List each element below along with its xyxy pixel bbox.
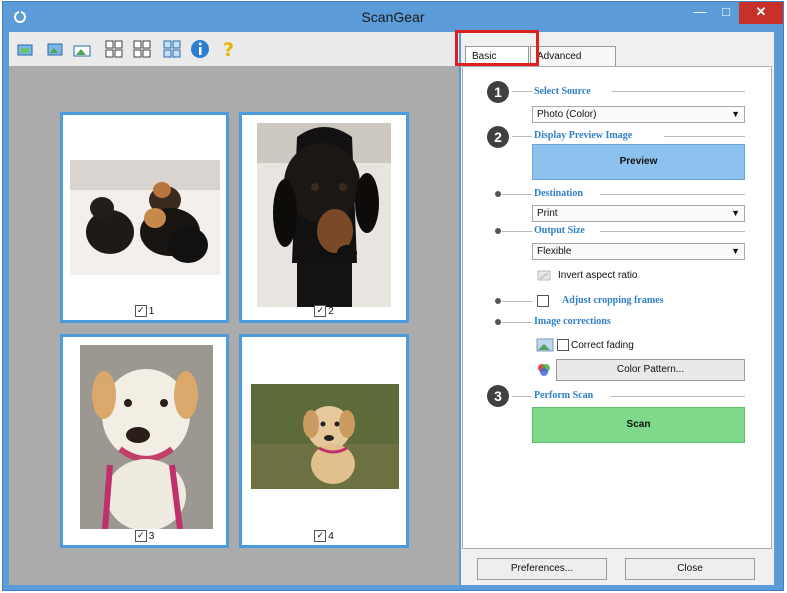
- thumbnail-checkbox[interactable]: ✓: [134, 530, 147, 542]
- divider: [512, 396, 532, 397]
- color-pattern-button[interactable]: Color Pattern...: [556, 359, 745, 381]
- bullet-icon: [495, 298, 501, 304]
- display-preview-label: Display Preview Image: [534, 130, 633, 141]
- toolbar: ?: [9, 32, 459, 66]
- thumbnail-frame[interactable]: ✓ 3: [60, 334, 229, 548]
- thumbnail-checkbox-row[interactable]: ✓ 2: [242, 305, 406, 317]
- dog-portrait-photo: [257, 123, 391, 307]
- divider: [612, 91, 745, 92]
- thumbnail-checkbox-row[interactable]: ✓ 3: [63, 530, 226, 542]
- invert-aspect-icon[interactable]: [536, 267, 552, 283]
- select-source-label: Select Source: [534, 86, 591, 97]
- highlight-box: [455, 30, 539, 66]
- preview-area[interactable]: ✓ 1 ✓ 2 ✓ 3 ✓ 4: [9, 66, 459, 585]
- preferences-button[interactable]: Preferences...: [477, 558, 607, 580]
- preview-button[interactable]: Preview: [532, 144, 745, 180]
- destination-dropdown[interactable]: Print ▼: [532, 205, 745, 222]
- select-all-frames-icon[interactable]: [101, 36, 127, 62]
- yellow-lab-photo: [80, 345, 213, 529]
- step-1-badge: 1: [487, 81, 509, 103]
- correct-fading-label: Correct fading: [571, 339, 634, 351]
- dogs-photo: [70, 160, 220, 275]
- title-bar[interactable]: ScanGear — □ ✕: [3, 2, 783, 32]
- close-button[interactable]: Close: [625, 558, 755, 580]
- info-icon[interactable]: [187, 36, 213, 62]
- adjust-cropping-label: Adjust cropping frames: [562, 295, 664, 306]
- thumbnail-number: 4: [328, 530, 334, 542]
- divider: [502, 301, 532, 302]
- thumbnail-checkbox-row[interactable]: ✓ 4: [242, 530, 406, 542]
- scan-button[interactable]: Scan: [532, 407, 745, 443]
- rotate-left-icon[interactable]: [13, 36, 39, 62]
- output-size-value: Flexible: [537, 246, 572, 257]
- output-size-dropdown[interactable]: Flexible ▼: [532, 243, 745, 260]
- correct-fading-row[interactable]: Correct fading: [536, 337, 634, 353]
- chevron-down-icon: ▼: [731, 208, 740, 218]
- divider: [664, 136, 745, 137]
- step-3-badge: 3: [487, 385, 509, 407]
- destination-label: Destination: [534, 188, 583, 199]
- chevron-down-icon: ▼: [731, 109, 740, 119]
- divider: [600, 194, 745, 195]
- output-size-label: Output Size: [534, 225, 585, 236]
- deselect-frames-icon[interactable]: [129, 36, 155, 62]
- correct-fading-checkbox[interactable]: [557, 339, 569, 351]
- thumbnail-frame[interactable]: ✓ 2: [239, 112, 409, 323]
- thumbnail-number: 1: [148, 305, 155, 317]
- perform-scan-label: Perform Scan: [534, 390, 594, 401]
- destination-value: Print: [537, 208, 558, 219]
- thumbnail-checkbox[interactable]: ✓: [134, 305, 147, 317]
- thumbnail-number: 2: [328, 305, 334, 317]
- auto-crop-icon[interactable]: [69, 36, 95, 62]
- bullet-icon: [495, 228, 501, 234]
- maximize-button[interactable]: □: [713, 2, 739, 24]
- select-source-value: Photo (Color): [537, 109, 597, 120]
- divider: [512, 136, 532, 137]
- rotate-right-icon[interactable]: [41, 36, 67, 62]
- thumbnail-frame[interactable]: ✓ 1: [60, 112, 229, 323]
- thumbnail-checkbox-row[interactable]: ✓ 1: [63, 305, 226, 317]
- fading-icon: [536, 338, 554, 352]
- tab-advanced-mode[interactable]: Advanced Mode: [530, 46, 616, 82]
- thumbnail-number: 3: [148, 530, 155, 542]
- dog-in-grass-photo: [251, 384, 399, 489]
- step-2-badge: 2: [487, 126, 509, 148]
- minimize-button[interactable]: —: [687, 2, 713, 24]
- adjust-cropping-checkbox[interactable]: [537, 295, 549, 307]
- invert-aspect-row[interactable]: Invert aspect ratio: [536, 267, 637, 283]
- divider: [600, 231, 745, 232]
- bullet-icon: [495, 191, 501, 197]
- help-icon[interactable]: ?: [215, 36, 241, 62]
- thumbnail-checkbox[interactable]: ✓: [314, 305, 327, 317]
- thumbnail-checkbox[interactable]: ✓: [314, 530, 327, 542]
- invert-aspect-label: Invert aspect ratio: [558, 269, 638, 281]
- divider: [502, 231, 532, 232]
- close-window-button[interactable]: ✕: [739, 2, 783, 24]
- divider: [502, 322, 532, 323]
- image-corrections-label: Image corrections: [534, 316, 611, 327]
- thumbnail-frame[interactable]: ✓ 4: [239, 334, 409, 548]
- thumbnail-view-icon[interactable]: [159, 36, 185, 62]
- color-pattern-icon: [538, 364, 550, 376]
- divider: [610, 396, 745, 397]
- svg-text:?: ?: [223, 39, 234, 60]
- divider: [502, 194, 532, 195]
- divider: [512, 91, 532, 92]
- bullet-icon: [495, 319, 501, 325]
- window-title: ScanGear: [361, 9, 425, 25]
- chevron-down-icon: ▼: [731, 246, 740, 256]
- select-source-dropdown[interactable]: Photo (Color) ▼: [532, 106, 745, 123]
